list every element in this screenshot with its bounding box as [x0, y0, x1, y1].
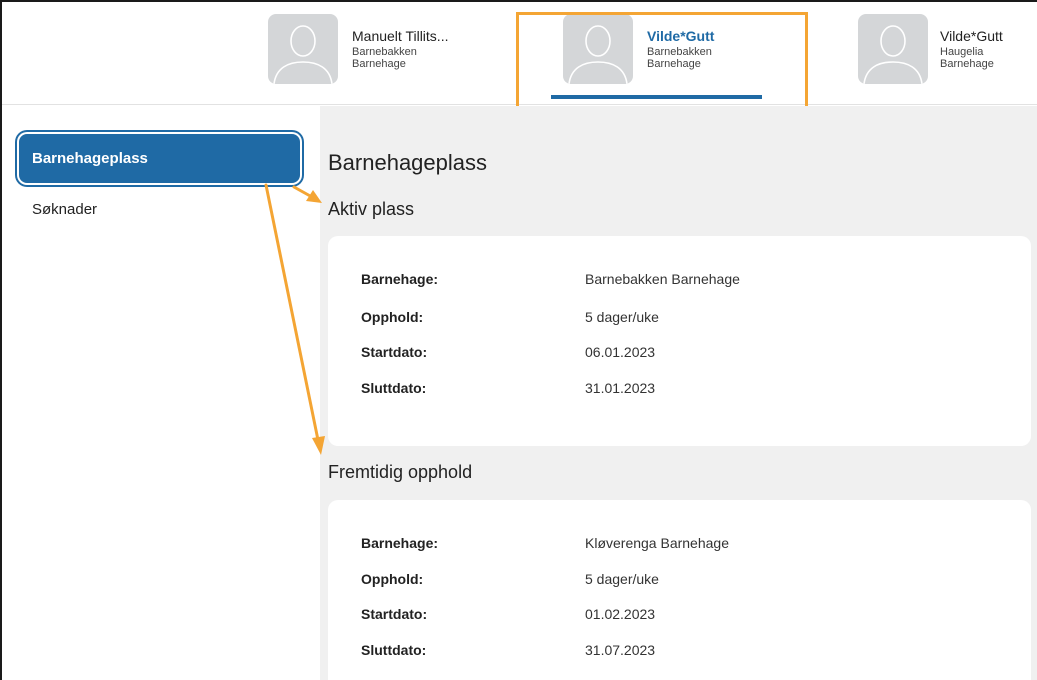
child-kindergarten-type: Barnehage — [940, 58, 994, 70]
sidebar-item-soknader[interactable]: Søknader — [32, 201, 97, 218]
annotation-highlight-box — [516, 12, 808, 110]
future-placement-card: Barnehage: Kløverenga Barnehage Opphold:… — [328, 500, 1031, 680]
child-name: Vilde*Gutt — [940, 28, 1003, 44]
row-value: Kløverenga Barnehage — [585, 535, 729, 551]
row-label: Opphold: — [361, 309, 424, 325]
child-name: Manuelt Tillits... — [352, 28, 449, 44]
info-row: Startdato: 01.02.2023 — [361, 606, 1021, 626]
info-row: Sluttdato: 31.01.2023 — [361, 380, 1021, 400]
row-value: 31.01.2023 — [585, 380, 656, 396]
section-title-future: Fremtidig opphold — [328, 462, 473, 482]
row-label: Startdato: — [361, 606, 428, 622]
info-row: Startdato: 06.01.2023 — [361, 344, 1021, 364]
active-placement-card: Barnehage: Barnebakken Barnehage Opphold… — [328, 236, 1031, 446]
sidebar — [2, 106, 320, 680]
info-row: Opphold: 5 dager/uke — [361, 571, 1021, 591]
page-title: Barnehageplass — [328, 150, 488, 175]
row-value: 06.01.2023 — [585, 344, 656, 360]
row-label: Opphold: — [361, 571, 424, 587]
avatar-person-icon — [858, 14, 928, 84]
row-value: 5 dager/uke — [585, 309, 659, 325]
row-value: 5 dager/uke — [585, 571, 659, 587]
info-row: Sluttdato: 31.07.2023 — [361, 642, 1021, 662]
child-kindergarten: Barnebakken — [352, 46, 417, 58]
info-row: Opphold: 5 dager/uke — [361, 309, 1021, 329]
child-kindergarten: Haugelia — [940, 46, 984, 58]
row-value: Barnebakken Barnehage — [585, 271, 740, 287]
child-card-0[interactable]: Manuelt Tillits... Barnebakken Barnehage — [268, 14, 448, 88]
row-label: Sluttdato: — [361, 380, 427, 396]
row-label: Barnehage: — [361, 535, 439, 551]
avatar-person-icon — [268, 14, 338, 84]
row-label: Barnehage: — [361, 271, 439, 287]
child-card-2[interactable]: Vilde*Gutt Haugelia Barnehage — [858, 14, 1003, 88]
row-label: Sluttdato: — [361, 642, 427, 658]
info-row: Barnehage: Kløverenga Barnehage — [361, 535, 1021, 555]
row-label: Startdato: — [361, 344, 428, 360]
sidebar-item-barnehageplass[interactable]: Barnehageplass — [19, 134, 300, 183]
section-title-active: Aktiv plass — [328, 199, 415, 219]
row-value: 01.02.2023 — [585, 606, 656, 622]
info-row: Barnehage: Barnebakken Barnehage — [361, 271, 1021, 291]
child-kindergarten-type: Barnehage — [352, 58, 406, 70]
row-value: 31.07.2023 — [585, 642, 656, 658]
